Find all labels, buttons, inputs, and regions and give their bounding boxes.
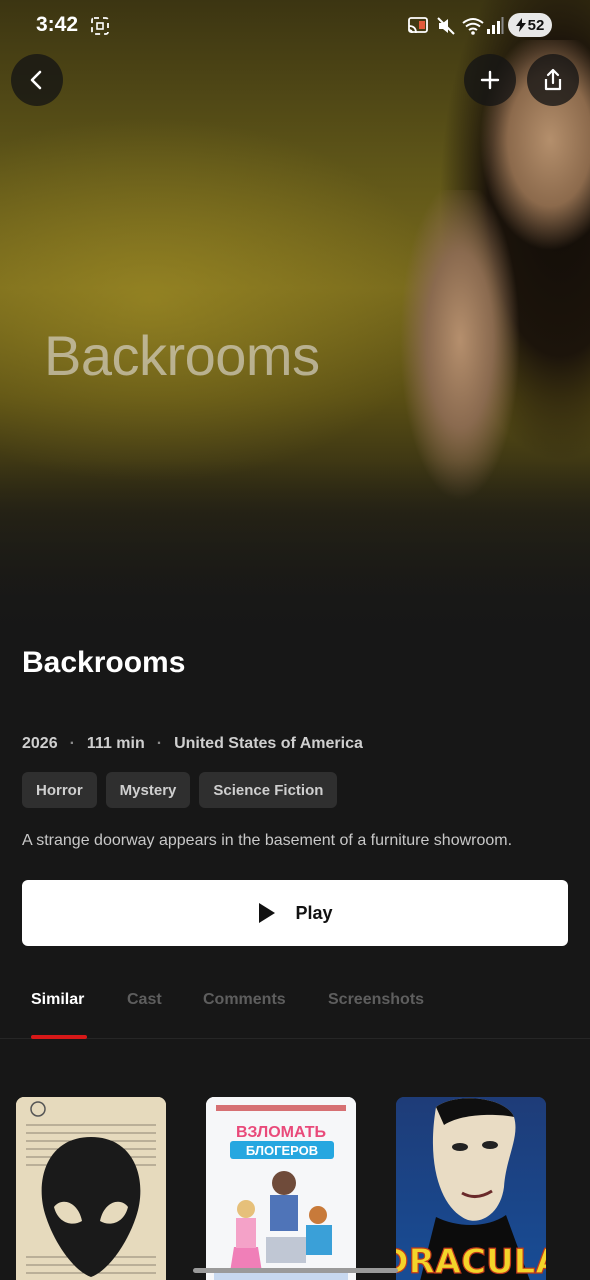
home-indicator[interactable] bbox=[193, 1268, 398, 1273]
svg-text:БЛОГЕРОВ: БЛОГЕРОВ bbox=[246, 1143, 318, 1158]
svg-text:DRACULA: DRACULA bbox=[396, 1242, 546, 1280]
poster-art-hack-bloggers: ВЗЛОМАТЬ БЛОГЕРОВ bbox=[206, 1097, 356, 1280]
meta-separator: · bbox=[69, 735, 75, 752]
battery-indicator: 52 bbox=[508, 13, 552, 37]
backdrop-hand bbox=[400, 190, 530, 510]
similar-poster-2[interactable]: ВЗЛОМАТЬ БЛОГЕРОВ bbox=[206, 1097, 356, 1280]
movie-title: Backrooms bbox=[22, 646, 186, 679]
play-button[interactable]: Play bbox=[22, 880, 568, 946]
status-bar: 3:42 52 bbox=[0, 0, 590, 52]
movie-country: United States of America bbox=[174, 735, 363, 752]
meta-separator: · bbox=[156, 735, 163, 752]
tab-cast[interactable]: Cast bbox=[127, 991, 162, 1009]
play-icon bbox=[259, 903, 276, 923]
tab-comments[interactable]: Comments bbox=[203, 991, 286, 1009]
wifi-icon bbox=[461, 16, 485, 36]
add-to-list-button[interactable] bbox=[464, 54, 516, 106]
play-label: Play bbox=[295, 902, 333, 923]
movie-overview: A strange doorway appears in the basemen… bbox=[22, 832, 513, 849]
movie-meta: 2026 · 111 min · United States of Americ… bbox=[22, 735, 363, 753]
similar-poster-3[interactable]: DRACULA bbox=[396, 1097, 546, 1280]
svg-text:ВЗЛОМАТЬ: ВЗЛОМАТЬ bbox=[236, 1124, 326, 1141]
plus-icon bbox=[480, 70, 500, 90]
genre-list: Horror Mystery Science Fiction bbox=[22, 772, 338, 808]
genre-chip-horror[interactable]: Horror bbox=[22, 772, 97, 808]
hero-title-logo: Backrooms bbox=[44, 324, 320, 387]
genre-chip-science-fiction[interactable]: Science Fiction bbox=[199, 772, 338, 808]
charging-bolt-icon bbox=[515, 18, 526, 32]
battery-level: 52 bbox=[527, 16, 545, 34]
share-icon bbox=[544, 68, 562, 91]
mute-icon bbox=[436, 16, 456, 36]
cast-icon bbox=[406, 16, 430, 36]
chevron-left-icon bbox=[30, 70, 42, 90]
detail-tabs: Similar Cast Comments Screenshots bbox=[0, 975, 590, 1039]
movie-runtime: 111 min bbox=[86, 735, 145, 752]
screenshot-icon bbox=[90, 16, 110, 36]
tab-similar[interactable]: Similar bbox=[31, 991, 84, 1009]
tab-screenshots[interactable]: Screenshots bbox=[328, 991, 424, 1009]
active-tab-indicator bbox=[31, 1035, 87, 1039]
similar-poster-1[interactable] bbox=[16, 1097, 166, 1280]
status-time: 3:42 bbox=[36, 13, 79, 36]
genre-chip-mystery[interactable]: Mystery bbox=[105, 772, 191, 808]
back-button[interactable] bbox=[11, 54, 63, 106]
movie-year: 2026 bbox=[22, 735, 58, 752]
poster-art-dracula: DRACULA bbox=[396, 1097, 546, 1280]
poster-art-alien bbox=[16, 1097, 166, 1280]
share-button[interactable] bbox=[527, 54, 579, 106]
signal-icon bbox=[486, 16, 504, 36]
